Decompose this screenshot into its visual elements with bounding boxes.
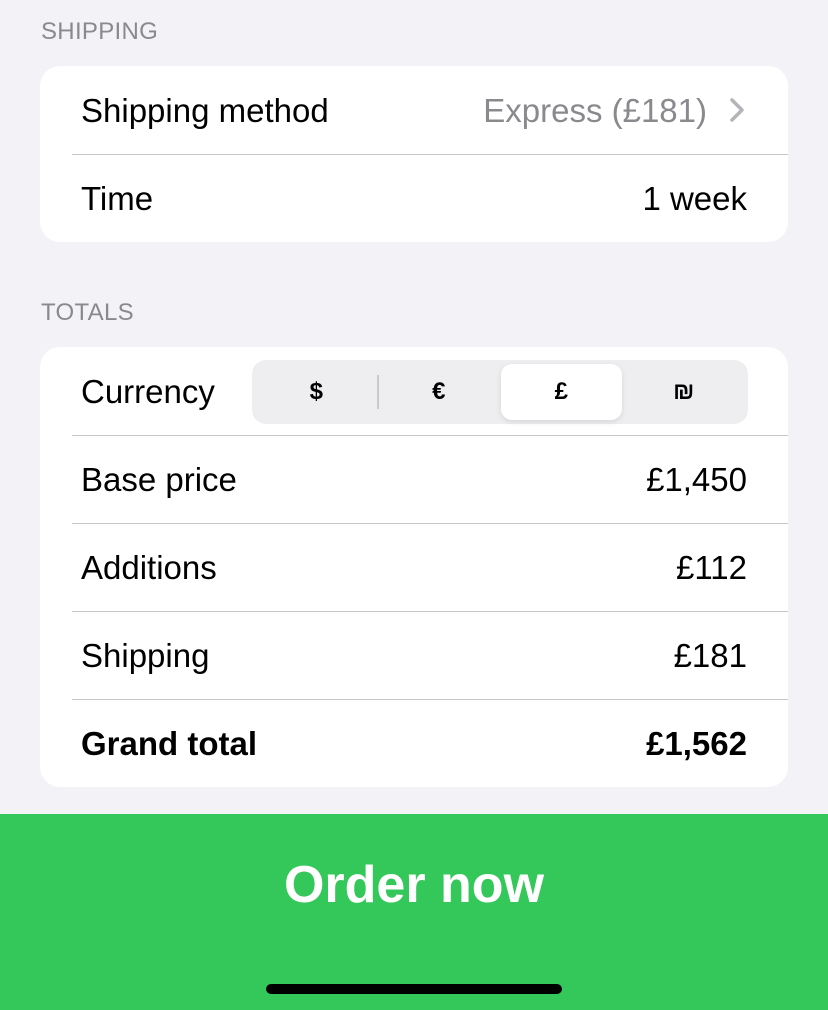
shipping-method-value: Express (£181) (483, 91, 707, 129)
shipping-method-label: Shipping method (81, 91, 329, 129)
chevron-right-icon (730, 98, 744, 122)
order-now-button[interactable]: Order now (0, 854, 828, 916)
shipping-cost-row: Shipping £181 (40, 611, 788, 699)
currency-segment-gbp[interactable]: £ (501, 364, 622, 420)
currency-row: Currency $ € £ ₪ (40, 347, 788, 435)
additions-value: £112 (676, 548, 747, 586)
base-price-row: Base price £1,450 (40, 435, 788, 523)
totals-section-header: TOTALS (41, 299, 134, 326)
shipping-cost-value: £181 (673, 636, 747, 674)
totals-card: Currency $ € £ ₪ Base price £1,450 Addit… (40, 347, 788, 787)
shipping-method-row[interactable]: Shipping method Express (£181) (40, 66, 788, 154)
grand-total-label: Grand total (81, 724, 258, 762)
currency-segment-usd[interactable]: $ (256, 364, 377, 420)
shipping-card: Shipping method Express (£181) Time 1 we… (40, 66, 788, 242)
currency-segment-ils[interactable]: ₪ (624, 364, 745, 420)
base-price-value: £1,450 (646, 460, 747, 498)
shipping-section-header: SHIPPING (41, 18, 159, 45)
currency-label: Currency (81, 372, 215, 410)
additions-row: Additions £112 (40, 523, 788, 611)
shipping-time-label: Time (81, 179, 154, 217)
shipping-cost-label: Shipping (81, 636, 210, 674)
grand-total-value: £1,562 (646, 724, 747, 762)
shipping-time-row: Time 1 week (40, 154, 788, 242)
grand-total-row: Grand total £1,562 (40, 699, 788, 787)
order-bar[interactable]: Order now (0, 814, 828, 1010)
currency-segment-eur[interactable]: € (379, 364, 500, 420)
base-price-label: Base price (81, 460, 237, 498)
shipping-time-value: 1 week (642, 179, 747, 217)
home-indicator (266, 984, 562, 994)
additions-label: Additions (81, 548, 217, 586)
shipping-method-disclosure[interactable]: Express (£181) (483, 94, 747, 127)
currency-segmented-control[interactable]: $ € £ ₪ (252, 360, 748, 424)
